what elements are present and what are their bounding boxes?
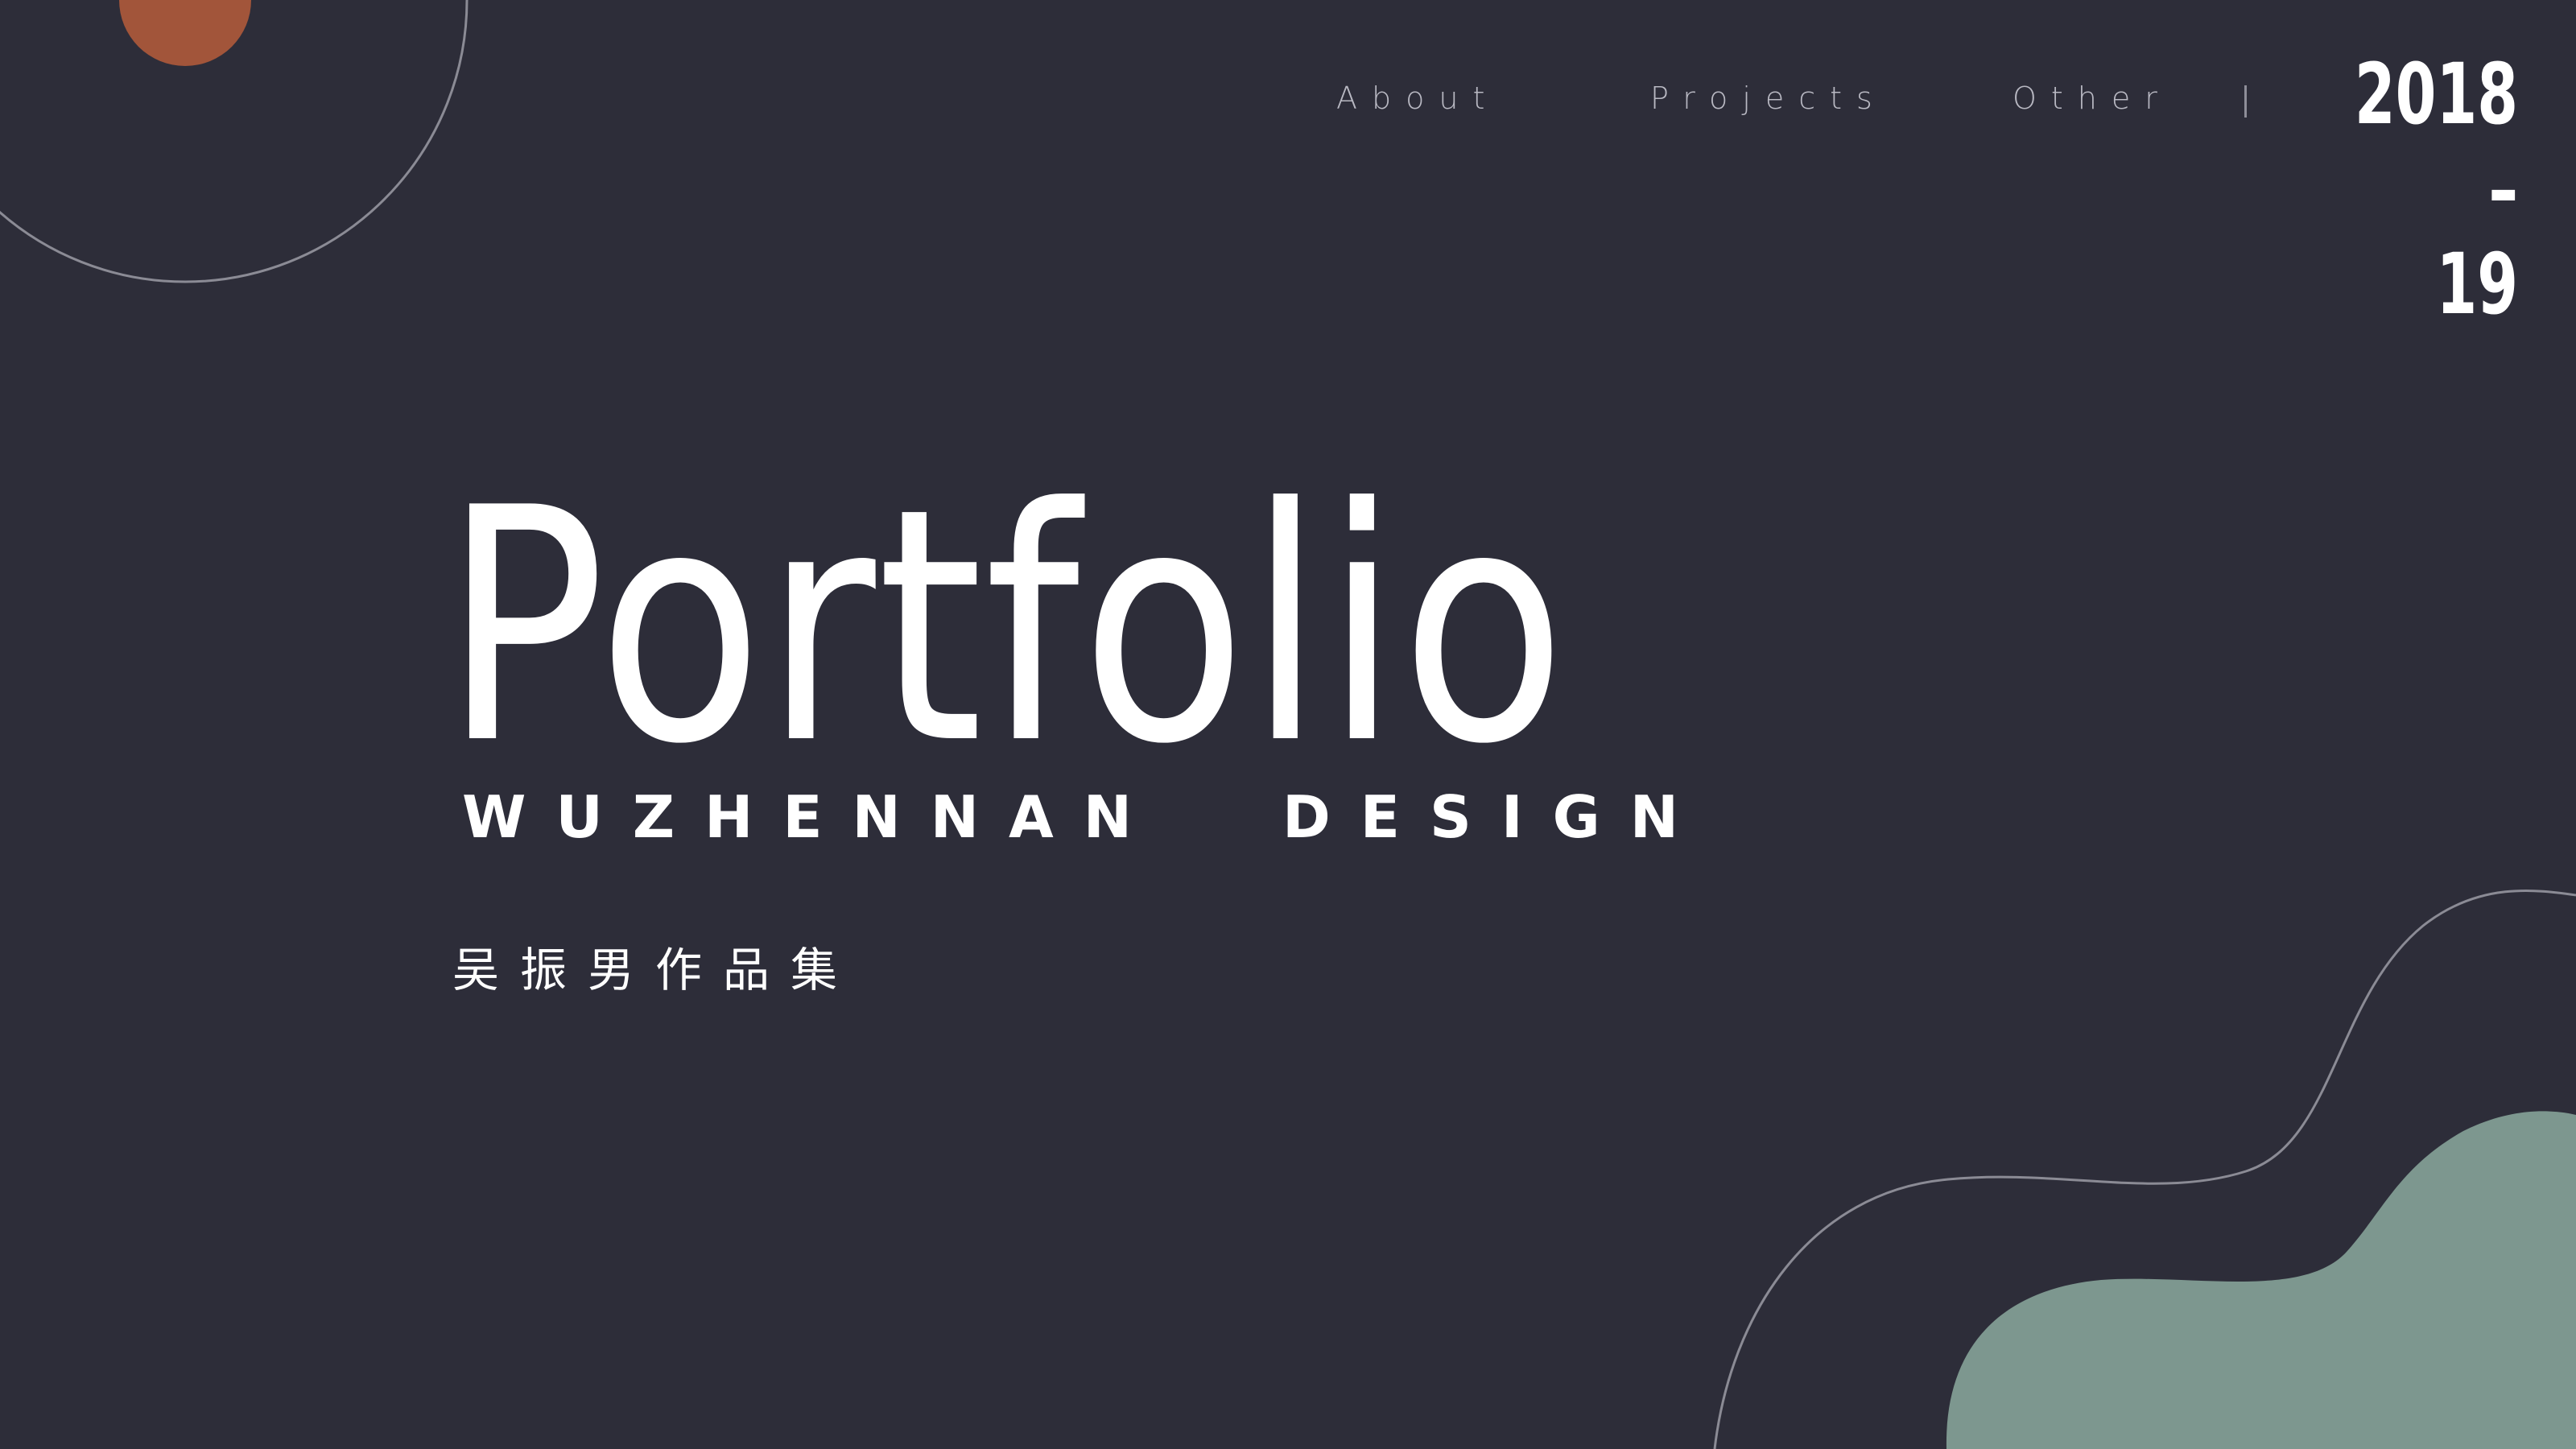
nav-projects[interactable]: Projects: [1650, 80, 1887, 116]
chinese-subtitle: 吴振男作品集: [452, 943, 859, 997]
subtitle-name: WUZHENNAN: [462, 783, 1162, 851]
subtitle-word: DESIGN: [1282, 783, 1708, 851]
nav-other[interactable]: Other: [2013, 80, 2172, 116]
hero-subtitle: WUZHENNAN DESIGN: [462, 785, 1708, 849]
hero-title: Portfolio: [443, 440, 1568, 815]
year-range: 2018 – 19: [2330, 47, 2518, 332]
portfolio-cover: About Projects Other 2018 – 19 Portfolio…: [0, 0, 2576, 1449]
nav-divider: [2244, 85, 2247, 118]
nav-about[interactable]: About: [1336, 80, 1499, 116]
year-line-2: 19: [2436, 235, 2518, 333]
year-line-1: 2018 –: [2354, 45, 2518, 238]
green-blob: [1946, 1111, 2576, 1449]
orange-dot: [119, 0, 251, 66]
